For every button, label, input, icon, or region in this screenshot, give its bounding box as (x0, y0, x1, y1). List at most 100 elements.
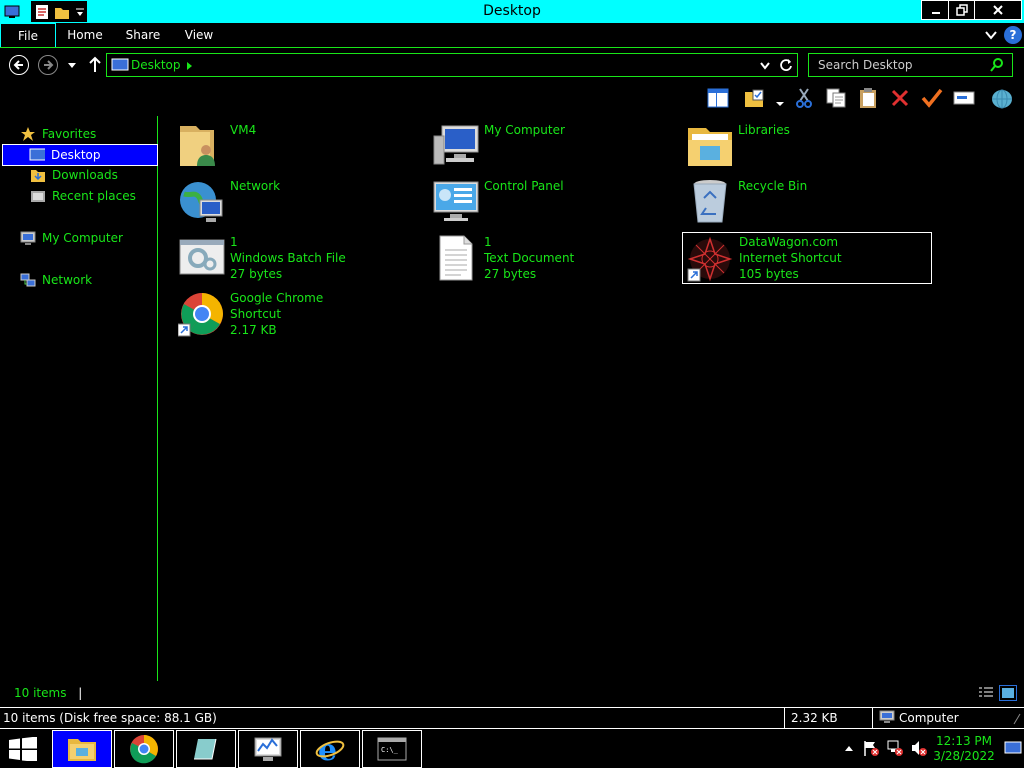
item-vm4-folder[interactable]: VM4 (178, 122, 428, 176)
nav-network[interactable]: Network (0, 270, 158, 290)
breadcrumb-chevron-icon[interactable] (186, 60, 194, 74)
nav-desktop-label: Desktop (51, 148, 101, 162)
item-name: Libraries (738, 123, 790, 137)
address-bar[interactable]: Desktop (106, 53, 798, 77)
nav-my-computer[interactable]: My Computer (0, 228, 158, 248)
network-globe-icon[interactable] (990, 86, 1014, 110)
item-type: Shortcut (230, 307, 282, 321)
network-icon (20, 272, 36, 288)
forward-button[interactable] (38, 55, 58, 75)
item-type: Internet Shortcut (739, 251, 842, 265)
computer-icon (20, 230, 36, 246)
address-dropdown-icon[interactable] (759, 60, 771, 74)
nav-favorites-label: Favorites (42, 127, 97, 141)
nav-network-label: Network (42, 273, 93, 287)
downloads-icon (30, 167, 46, 183)
volume-muted-icon[interactable] (910, 739, 928, 757)
clock-time: 12:13 PM (936, 734, 992, 748)
action-center-alert-icon[interactable] (862, 739, 880, 757)
svg-text:e: e (318, 734, 337, 764)
taskbar-command-prompt[interactable]: C:\_ (362, 730, 422, 768)
item-batch-file[interactable]: 1 Windows Batch File 27 bytes (178, 234, 428, 288)
nav-recent-places[interactable]: Recent places (0, 186, 158, 206)
item-google-chrome-shortcut[interactable]: Google Chrome Shortcut 2.17 KB (177, 290, 428, 344)
close-button[interactable] (974, 0, 1022, 20)
chrome-icon (177, 290, 226, 338)
status-location: Computer (872, 708, 1012, 728)
item-text-document[interactable]: 1 Text Document 27 bytes (432, 234, 682, 288)
taskbar-chrome[interactable] (114, 730, 174, 768)
minimize-button[interactable] (921, 0, 951, 20)
search-icon[interactable] (990, 58, 1004, 75)
taskbar-clock[interactable]: 12:13 PM 3/28/2022 (933, 734, 995, 764)
item-datawagon-shortcut[interactable]: DataWagon.com Internet Shortcut 105 byte… (682, 232, 932, 284)
tab-home[interactable]: Home (60, 23, 110, 47)
recent-locations-icon[interactable] (66, 60, 78, 70)
preview-pane-icon[interactable] (706, 86, 730, 110)
item-size: 2.17 KB (230, 323, 277, 337)
performance-monitor-icon (254, 737, 282, 761)
item-libraries[interactable]: Libraries (686, 122, 936, 176)
tab-file[interactable]: File (0, 23, 56, 47)
back-button[interactable] (9, 55, 29, 75)
navigation-pane: Favorites Desktop Downloads Recent place… (0, 116, 158, 681)
network-globe-icon (178, 178, 226, 226)
clock-date: 3/28/2022 (933, 749, 995, 763)
app-icon (194, 738, 217, 760)
rename-icon[interactable] (952, 86, 976, 110)
item-name: Control Panel (484, 179, 564, 193)
item-size: 27 bytes (484, 267, 537, 281)
resize-grip-icon[interactable] (1012, 712, 1022, 729)
cut-icon[interactable] (792, 86, 816, 110)
folder-options-icon[interactable] (742, 86, 766, 110)
expand-ribbon-icon[interactable] (984, 28, 998, 42)
checkmark-icon[interactable] (920, 86, 944, 110)
taskbar-app-3[interactable] (176, 730, 236, 768)
start-button[interactable] (8, 736, 38, 764)
item-name: Recycle Bin (738, 179, 808, 193)
item-size: 27 bytes (230, 267, 283, 281)
nav-desktop[interactable]: Desktop (2, 144, 158, 166)
item-my-computer[interactable]: My Computer (432, 122, 682, 176)
search-input[interactable]: Search Desktop (818, 58, 913, 72)
taskbar-file-explorer[interactable] (52, 730, 112, 768)
item-type: Windows Batch File (230, 251, 346, 265)
help-icon[interactable]: ? (1004, 26, 1022, 44)
delete-icon[interactable] (888, 86, 912, 110)
item-count: 10 items | (14, 686, 83, 700)
taskbar-performance-monitor[interactable] (238, 730, 298, 768)
item-network[interactable]: Network (178, 178, 428, 232)
status-location-label: Computer (899, 711, 959, 725)
taskbar-internet-explorer[interactable]: e (300, 730, 360, 768)
item-control-panel[interactable]: Control Panel (432, 178, 682, 232)
show-hidden-icons[interactable] (840, 739, 858, 757)
network-status-icon[interactable] (886, 739, 904, 757)
item-recycle-bin[interactable]: Recycle Bin (686, 178, 936, 232)
large-icons-view-icon[interactable] (999, 685, 1017, 701)
refresh-icon[interactable] (779, 58, 793, 75)
desktop-icon (29, 147, 45, 163)
item-type: Text Document (484, 251, 575, 265)
item-size: 105 bytes (739, 267, 799, 281)
tab-view[interactable]: View (176, 23, 222, 47)
control-panel-icon (432, 178, 480, 226)
folder-options-dropdown-icon[interactable] (775, 96, 785, 110)
restore-button[interactable] (948, 0, 976, 20)
show-desktop-icon[interactable] (1004, 741, 1022, 758)
copy-icon[interactable] (824, 86, 848, 110)
search-box[interactable]: Search Desktop (808, 53, 1013, 77)
nav-favorites[interactable]: Favorites (0, 124, 158, 144)
window-title: Desktop (483, 3, 541, 19)
address-location[interactable]: Desktop (131, 58, 181, 72)
tab-share[interactable]: Share (118, 23, 168, 47)
up-button[interactable] (88, 56, 102, 74)
paste-icon[interactable] (856, 86, 880, 110)
details-view-icon[interactable] (978, 686, 994, 703)
computer-icon (879, 710, 895, 727)
star-icon (20, 126, 36, 142)
nav-downloads[interactable]: Downloads (0, 165, 158, 185)
svg-text:C:\_: C:\_ (381, 746, 399, 754)
datawagon-shortcut-icon (686, 235, 734, 283)
desktop-location-icon (111, 58, 129, 75)
item-name: My Computer (484, 123, 565, 137)
